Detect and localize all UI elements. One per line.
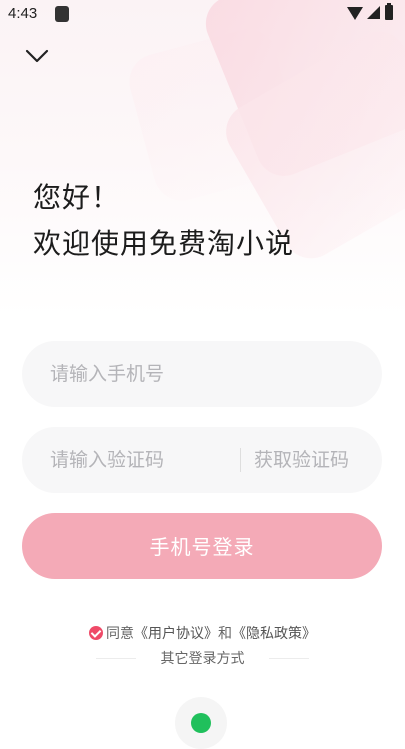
field-divider bbox=[240, 448, 241, 472]
user-agreement-link[interactable]: 《用户协议》 bbox=[134, 626, 218, 642]
greeting-title: 您好！ bbox=[33, 181, 121, 214]
phone-field[interactable] bbox=[22, 341, 382, 407]
phone-input[interactable] bbox=[50, 341, 360, 407]
greeting-subtitle: 欢迎使用免费淘小说 bbox=[33, 227, 295, 260]
code-field[interactable]: 获取验证码 bbox=[22, 427, 382, 493]
battery-icon bbox=[385, 3, 393, 20]
notification-icon bbox=[55, 6, 69, 22]
other-login-label: 其它登录方式 bbox=[160, 651, 245, 667]
agree-checkbox[interactable] bbox=[89, 626, 103, 640]
wechat-icon bbox=[191, 713, 211, 733]
code-input[interactable] bbox=[50, 427, 240, 493]
get-code-button[interactable]: 获取验证码 bbox=[254, 427, 349, 493]
wifi-icon bbox=[347, 7, 363, 20]
agreement-conjunction: 和 bbox=[218, 626, 232, 642]
agreement-prefix: 同意 bbox=[106, 626, 134, 642]
chevron-down-icon bbox=[25, 49, 49, 63]
agreement-row: 同意《用户协议》和《隐私政策》 bbox=[0, 623, 405, 643]
back-button[interactable] bbox=[22, 42, 52, 72]
status-time: 4:43 bbox=[8, 5, 38, 22]
status-bar: 4:43 bbox=[0, 0, 405, 30]
phone-login-button[interactable]: 手机号登录 bbox=[22, 513, 382, 579]
privacy-policy-link[interactable]: 《隐私政策》 bbox=[232, 626, 316, 642]
signal-icon bbox=[367, 6, 380, 19]
